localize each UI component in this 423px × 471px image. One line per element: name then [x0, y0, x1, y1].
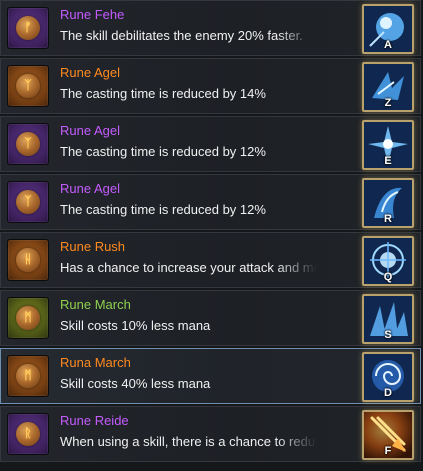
rune-list: ᚠ Rune Fehe The skill debilitates the enem… — [0, 0, 423, 471]
rune-icon: ᛉ — [7, 181, 49, 223]
rune-row[interactable]: ᛗ Rune March Skill costs 10% less mana S — [0, 290, 421, 346]
rune-description: Has a chance to increase your attack and… — [60, 260, 317, 275]
rune-description: The casting time is reduced by 14% — [60, 86, 266, 101]
rune-glyph-icon: ᛗ — [24, 310, 32, 324]
hotkey-label: Q — [383, 271, 393, 283]
rune-row[interactable]: ᛉ Rune Agel The casting time is reduced by… — [0, 58, 421, 114]
rune-glyph-icon: ᚠ — [24, 20, 32, 34]
skill-slot[interactable]: A — [362, 4, 414, 54]
rune-stone-icon: ᚱ — [16, 422, 40, 446]
rune-glyph-icon: ᛉ — [24, 194, 32, 208]
rune-name: Rune Rush — [60, 239, 126, 254]
rune-description: Skill costs 10% less mana — [60, 318, 211, 333]
rune-stone-icon: ᛉ — [16, 74, 40, 98]
rune-icon: ᚺ — [7, 239, 49, 281]
hotkey-label: S — [384, 329, 392, 341]
rune-name: Rune March — [60, 297, 131, 312]
rune-name: Rune Reide — [60, 413, 129, 428]
rune-description: When using a skill, there is a chance to… — [60, 434, 317, 449]
hotkey-label: R — [384, 213, 392, 225]
hotkey-label: Z — [384, 97, 392, 109]
rune-icon: ᛗ — [7, 355, 49, 397]
rune-row[interactable]: ᛉ Rune Agel The casting time is reduced by… — [0, 116, 421, 172]
rune-description: Skill costs 40% less mana — [60, 376, 211, 391]
skill-slot[interactable]: E — [362, 120, 414, 170]
rune-row[interactable]: ᛗ Runa March Skill costs 40% less mana D — [0, 348, 421, 404]
rune-stone-icon: ᚠ — [16, 16, 40, 40]
rune-glyph-icon: ᛗ — [24, 368, 32, 382]
rune-glyph-icon: ᚺ — [24, 252, 32, 266]
rune-icon: ᛉ — [7, 65, 49, 107]
rune-row[interactable]: ᚺ Rune Rush Has a chance to increase your … — [0, 232, 421, 288]
rune-name: Rune Agel — [60, 65, 120, 80]
rune-row[interactable]: ᚠ Rune Fehe The skill debilitates the enem… — [0, 0, 421, 56]
skill-slot[interactable]: Q — [362, 236, 414, 286]
rune-name: Rune Fehe — [60, 7, 125, 22]
rune-glyph-icon: ᚱ — [24, 426, 32, 440]
rune-description: The casting time is reduced by 12% — [60, 202, 266, 217]
rune-icon: ᚠ — [7, 7, 49, 49]
rune-glyph-icon: ᛉ — [24, 136, 32, 150]
skill-slot[interactable]: S — [362, 294, 414, 344]
hotkey-label: E — [384, 155, 392, 167]
skill-slot[interactable]: D — [362, 352, 414, 402]
rune-icon: ᛉ — [7, 123, 49, 165]
skill-slot[interactable]: R — [362, 178, 414, 228]
rune-icon: ᚱ — [7, 413, 49, 455]
rune-name: Runa March — [60, 355, 131, 370]
rune-row[interactable]: ᚱ Rune Reide When using a skill, there is … — [0, 406, 421, 462]
rune-stone-icon: ᛗ — [16, 364, 40, 388]
hotkey-label: D — [384, 387, 392, 399]
rune-description: The skill debilitates the enemy 20% fast… — [60, 28, 303, 43]
rune-stone-icon: ᛉ — [16, 132, 40, 156]
rune-stone-icon: ᚺ — [16, 248, 40, 272]
skill-slot[interactable]: F — [362, 410, 414, 460]
rune-stone-icon: ᛉ — [16, 190, 40, 214]
rune-name: Rune Agel — [60, 123, 120, 138]
rune-name: Rune Agel — [60, 181, 120, 196]
rune-icon: ᛗ — [7, 297, 49, 339]
hotkey-label: F — [384, 445, 392, 457]
skill-slot[interactable]: Z — [362, 62, 414, 112]
rune-glyph-icon: ᛉ — [24, 78, 32, 92]
rune-row[interactable]: ᛉ Rune Agel The casting time is reduced by… — [0, 174, 421, 230]
rune-description: The casting time is reduced by 12% — [60, 144, 266, 159]
rune-stone-icon: ᛗ — [16, 306, 40, 330]
hotkey-label: A — [384, 39, 392, 51]
